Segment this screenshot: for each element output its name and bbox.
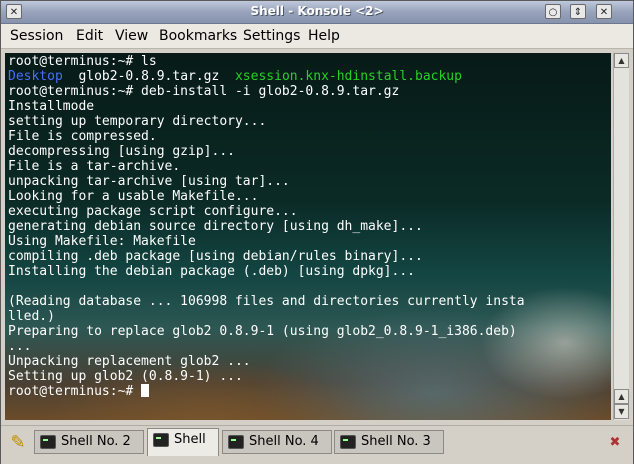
tab-label: Shell No. 3 <box>361 434 431 449</box>
terminal-line: Installing the debian package (.deb) [us… <box>8 264 415 279</box>
terminal-line: Using Makefile: Makefile <box>8 234 196 249</box>
terminal-output: root@terminus:~# ls Desktop glob2-0.8.9.… <box>8 54 525 399</box>
terminal-line: (Reading database ... 106998 files and d… <box>8 294 525 309</box>
ls-entry-tarball: glob2-0.8.9.tar.gz <box>62 69 235 84</box>
terminal-line: ... <box>8 339 32 354</box>
vertical-scrollbar[interactable]: ▲ ▲ ▼ <box>613 53 629 420</box>
terminal-icon <box>40 435 56 449</box>
menu-view[interactable]: View <box>115 28 148 44</box>
menu-bookmarks[interactable]: Bookmarks <box>159 28 237 44</box>
menu-settings[interactable]: Settings <box>243 28 300 44</box>
title-bar[interactable]: ✕ Shell - Konsole <2> ○ ⇕ ✕ <box>1 1 633 24</box>
terminal-line: File is a tar-archive. <box>8 159 181 174</box>
tab-shell-no-3[interactable]: Shell No. 3 <box>334 430 444 454</box>
session-tab-bar: ✎ Shell No. 2 Shell Shell No. 4 Shell No… <box>1 425 633 464</box>
terminal-line: setting up temporary directory... <box>8 114 267 129</box>
tab-shell-no-2[interactable]: Shell No. 2 <box>34 430 144 454</box>
menu-bar: Session Edit View Bookmarks Settings Hel… <box>1 24 633 49</box>
terminal-line: root@terminus:~# deb-install -i glob2-0.… <box>8 84 400 99</box>
minimize-icon[interactable]: ○ <box>545 4 561 19</box>
terminal-line: generating debian source directory [usin… <box>8 219 423 234</box>
terminal-line: root@terminus:~# ls <box>8 54 157 69</box>
menu-session[interactable]: Session <box>10 28 63 44</box>
tab-label: Shell <box>174 432 206 447</box>
terminal-area[interactable]: root@terminus:~# ls Desktop glob2-0.8.9.… <box>5 53 611 420</box>
terminal-line: compiling .deb package [using debian/rul… <box>8 249 423 264</box>
close-session-icon[interactable]: ✖ <box>605 434 625 452</box>
terminal-prompt: root@terminus:~# <box>8 384 142 399</box>
terminal-line: Preparing to replace glob2 0.8.9-1 (usin… <box>8 324 517 339</box>
terminal-line: lled.) <box>8 309 55 324</box>
tab-label: Shell No. 2 <box>61 434 131 449</box>
terminal-line: Setting up glob2 (0.8.9-1) ... <box>8 369 243 384</box>
terminal-line: Installmode <box>8 99 95 114</box>
close-icon[interactable]: ✕ <box>596 4 612 19</box>
tab-shell-no-4[interactable]: Shell No. 4 <box>222 430 332 454</box>
ls-entry-desktop: Desktop <box>8 69 63 84</box>
terminal-line: Unpacking replacement glob2 ... <box>8 354 251 369</box>
text-cursor <box>141 384 150 397</box>
menu-help[interactable]: Help <box>308 28 340 44</box>
new-session-icon[interactable]: ✎ <box>7 432 29 454</box>
terminal-line: unpacking tar-archive [using tar]... <box>8 174 290 189</box>
konsole-window: ✕ Shell - Konsole <2> ○ ⇕ ✕ Session Edit… <box>0 0 634 464</box>
tab-label: Shell No. 4 <box>249 434 319 449</box>
terminal-line: Looking for a usable Makefile... <box>8 189 259 204</box>
terminal-icon <box>153 433 169 447</box>
terminal-icon <box>340 435 356 449</box>
scroll-up-lower-icon[interactable]: ▲ <box>614 389 629 404</box>
terminal-line: decompressing [using gzip]... <box>8 144 235 159</box>
ls-entry-backup: xsession.knx-hdinstall.backup <box>234 69 462 84</box>
scroll-up-icon[interactable]: ▲ <box>614 53 629 68</box>
terminal-line: executing package script configure... <box>8 204 298 219</box>
menu-edit[interactable]: Edit <box>76 28 103 44</box>
terminal-line: File is compressed. <box>8 129 157 144</box>
window-title: Shell - Konsole <2> <box>250 4 384 18</box>
tab-shell[interactable]: Shell <box>147 428 219 456</box>
terminal-icon <box>228 435 244 449</box>
scroll-down-icon[interactable]: ▼ <box>614 404 629 419</box>
maximize-icon[interactable]: ⇕ <box>570 4 586 19</box>
